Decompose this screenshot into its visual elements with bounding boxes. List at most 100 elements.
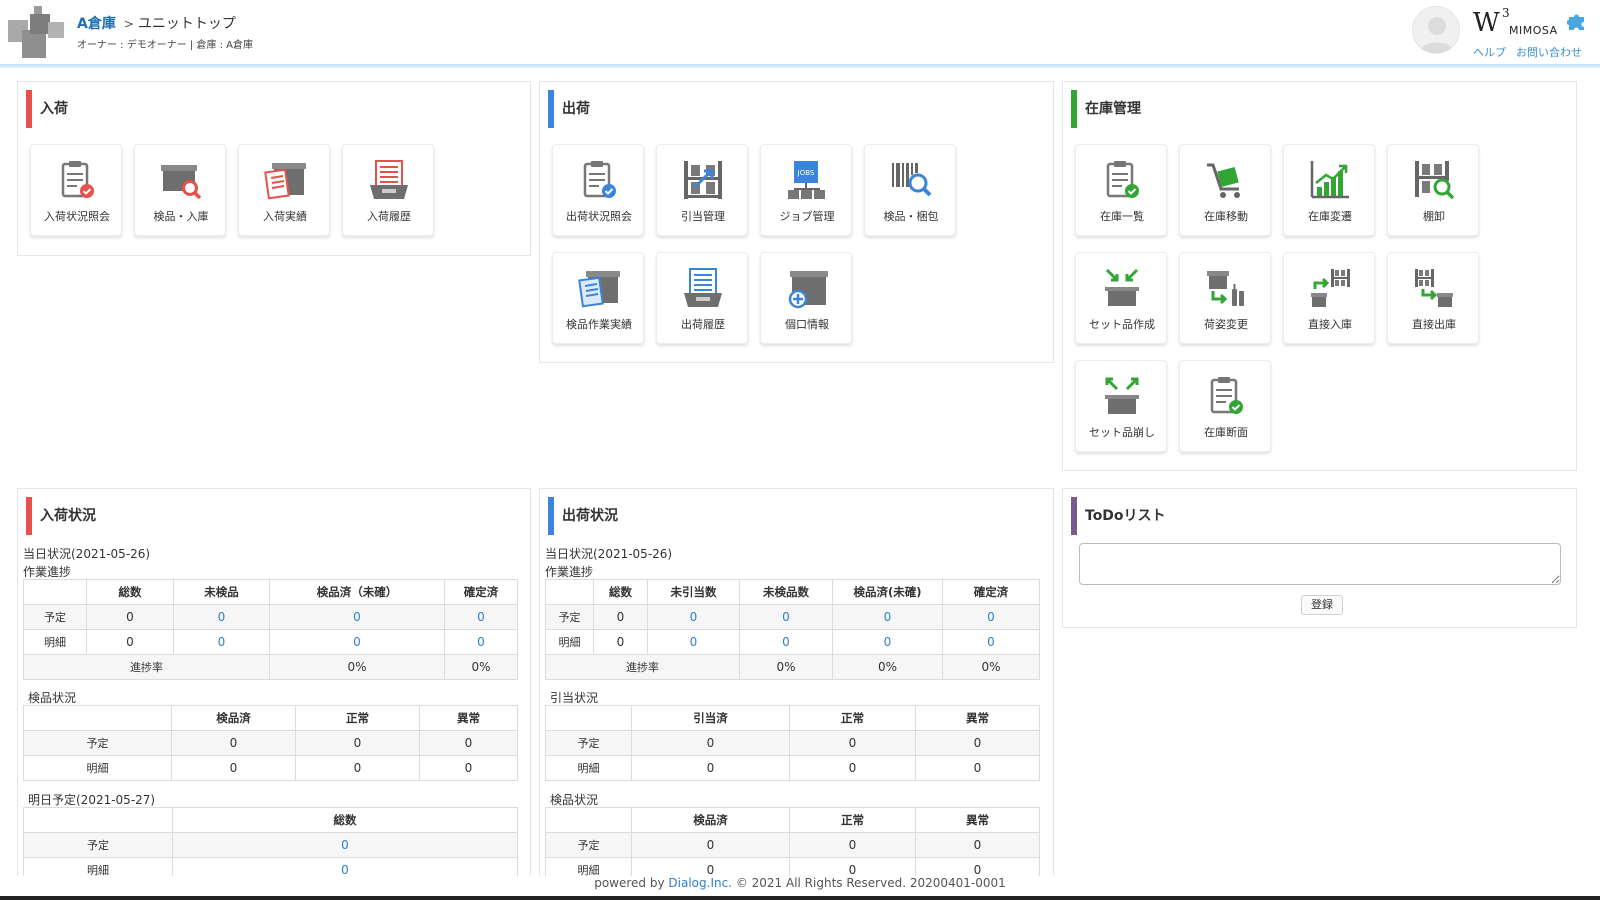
table-cell: 0 (593, 629, 648, 655)
table-cell: 0 (631, 730, 790, 756)
table-cell-link[interactable]: 0 (444, 604, 518, 630)
table-cell-link[interactable]: 0 (173, 604, 270, 630)
table-cell-link[interactable]: 0 (647, 604, 740, 630)
brand-w: W (1473, 8, 1500, 38)
page-title: ユニットトップ (137, 16, 236, 32)
table-header-row: 検品済 正常 異常 (23, 705, 518, 731)
tile-label: 入荷実績 (263, 210, 307, 223)
shelf-search-icon (1415, 161, 1455, 200)
tile-label: 個口情報 (785, 318, 829, 331)
todo-submit-button[interactable]: 登録 (1301, 595, 1343, 615)
table-row: 進捗率 0% 0% 0% (545, 654, 1040, 680)
todo-title-text: ToDoリスト (1085, 508, 1166, 524)
table-row: 予定 0 0 0 0 (23, 604, 518, 630)
contact-link[interactable]: お問い合わせ (1516, 46, 1582, 59)
tile-label: 在庫断面 (1204, 426, 1248, 439)
tile-inbound-results[interactable]: 入荷実績 (238, 144, 330, 236)
tray-history-blue-icon (684, 268, 722, 307)
table-header: 確定済 (942, 579, 1040, 605)
table-cell-link[interactable]: 0 (739, 604, 833, 630)
clipboard-check-green2-icon (1210, 377, 1243, 414)
tile-stock-move[interactable]: 在庫移動 (1179, 144, 1271, 236)
table-header (545, 807, 632, 833)
table-cell: 0 (789, 730, 916, 756)
tile-label: 在庫一覧 (1100, 210, 1144, 223)
outbound-alloc-table: 引当済 正常 異常 予定 0 0 0 明細 0 0 0 (545, 705, 1040, 781)
table-cell-link[interactable]: 0 (444, 629, 518, 655)
todo-input[interactable] (1079, 543, 1561, 585)
row-label: 明細 (545, 629, 594, 655)
table-cell-link[interactable]: 0 (269, 629, 445, 655)
box-document-blue-icon (578, 271, 620, 308)
table-cell-link[interactable]: 0 (173, 629, 270, 655)
tile-label: セット品作成 (1089, 318, 1155, 331)
tile-allocation[interactable]: 引当管理 (656, 144, 748, 236)
direct-out-icon (1415, 269, 1453, 307)
table-cell: 0 (171, 730, 296, 756)
tile-direct-in[interactable]: 直接入庫 (1283, 252, 1375, 344)
table-header: 異常 (915, 807, 1040, 833)
tile-packing-change[interactable]: 荷姿変更 (1179, 252, 1271, 344)
table-header (23, 705, 172, 731)
tile-outbound-history[interactable]: 出荷履歴 (656, 252, 748, 344)
table-cell-link[interactable]: 0 (647, 629, 740, 655)
help-link[interactable]: ヘルプ (1473, 46, 1506, 59)
table-cell-link[interactable]: 0 (739, 629, 833, 655)
table-cell: 0 (915, 730, 1040, 756)
tile-inbound-status[interactable]: 入荷状況照会 (30, 144, 122, 236)
box-out-arrows-icon (1105, 377, 1139, 414)
tile-inbound-history[interactable]: 入荷履歴 (342, 144, 434, 236)
table-cell-link[interactable]: 0 (832, 629, 943, 655)
footer-company-link[interactable]: Dialog.Inc. (668, 876, 732, 890)
tile-set-create[interactable]: セット品作成 (1075, 252, 1167, 344)
box-plus-icon (788, 271, 828, 309)
table-cell: 0 (915, 832, 1040, 858)
row-label: 予定 (545, 730, 632, 756)
tile-label: 棚卸 (1423, 210, 1445, 223)
footer-copyright: © 2021 All Rights Reserved. 20200401-000… (732, 876, 1006, 890)
outbound-progress-table: 総数 未引当数 未検品数 検品済(未確) 確定済 予定 0 0 0 0 0 明細… (545, 579, 1040, 680)
outbound-accent-bar (548, 90, 554, 128)
table-header-row: 引当済 正常 異常 (545, 705, 1040, 731)
table-cell: 0% (832, 654, 943, 680)
table-header-row: 検品済 正常 異常 (545, 807, 1040, 833)
inbound-status-accent-bar (26, 497, 32, 535)
row-label: 進捗率 (545, 654, 740, 680)
table-cell-link[interactable]: 0 (269, 604, 445, 630)
inbound-status-title-text: 入荷状況 (40, 508, 96, 524)
tile-inspect-results[interactable]: 検品作業実績 (552, 252, 644, 344)
stock-panel-title: 在庫管理 (1071, 90, 1141, 128)
tile-stock-list[interactable]: 在庫一覧 (1075, 144, 1167, 236)
table-header-row: 総数 (23, 807, 518, 833)
clipboard-check-red-icon (61, 161, 94, 198)
tile-stock-snapshot[interactable]: 在庫断面 (1179, 360, 1271, 452)
tile-package-info[interactable]: 個口情報 (760, 252, 852, 344)
barcode-search-icon (892, 163, 932, 197)
tile-stocktake[interactable]: 棚卸 (1387, 144, 1479, 236)
app-logo-icon[interactable] (8, 6, 66, 58)
breadcrumb-home-link[interactable]: A倉庫 (77, 16, 116, 32)
tile-set-break[interactable]: セット品崩し (1075, 360, 1167, 452)
tile-stock-history[interactable]: 在庫変遷 (1283, 144, 1375, 236)
table-cell-link[interactable]: 0 (172, 832, 518, 858)
jobs-icon: JOBS (788, 161, 825, 199)
table-cell-link[interactable]: 0 (942, 604, 1040, 630)
tile-job-management[interactable]: JOBS ジョブ管理 (760, 144, 852, 236)
user-avatar[interactable] (1412, 6, 1460, 54)
tile-outbound-status[interactable]: 出荷状況照会 (552, 144, 644, 236)
tile-inspect-receive[interactable]: 検品・入庫 (134, 144, 226, 236)
tile-label: 出荷履歴 (681, 318, 725, 331)
tile-inspect-pack[interactable]: 検品・梱包 (864, 144, 956, 236)
inbound-today-label: 当日状況(2021-05-26) (23, 547, 151, 561)
table-header: 異常 (419, 705, 518, 731)
table-cell-link[interactable]: 0 (942, 629, 1040, 655)
table-header: 正常 (789, 705, 916, 731)
breadcrumb-separator: > (123, 17, 134, 31)
tile-direct-out[interactable]: 直接出庫 (1387, 252, 1479, 344)
table-cell-link[interactable]: 0 (832, 604, 943, 630)
table-cell: 0 (86, 629, 174, 655)
tile-label: 直接入庫 (1308, 318, 1352, 331)
row-label: 予定 (545, 832, 632, 858)
row-label: 予定 (545, 604, 594, 630)
tile-label: 直接出庫 (1412, 318, 1456, 331)
